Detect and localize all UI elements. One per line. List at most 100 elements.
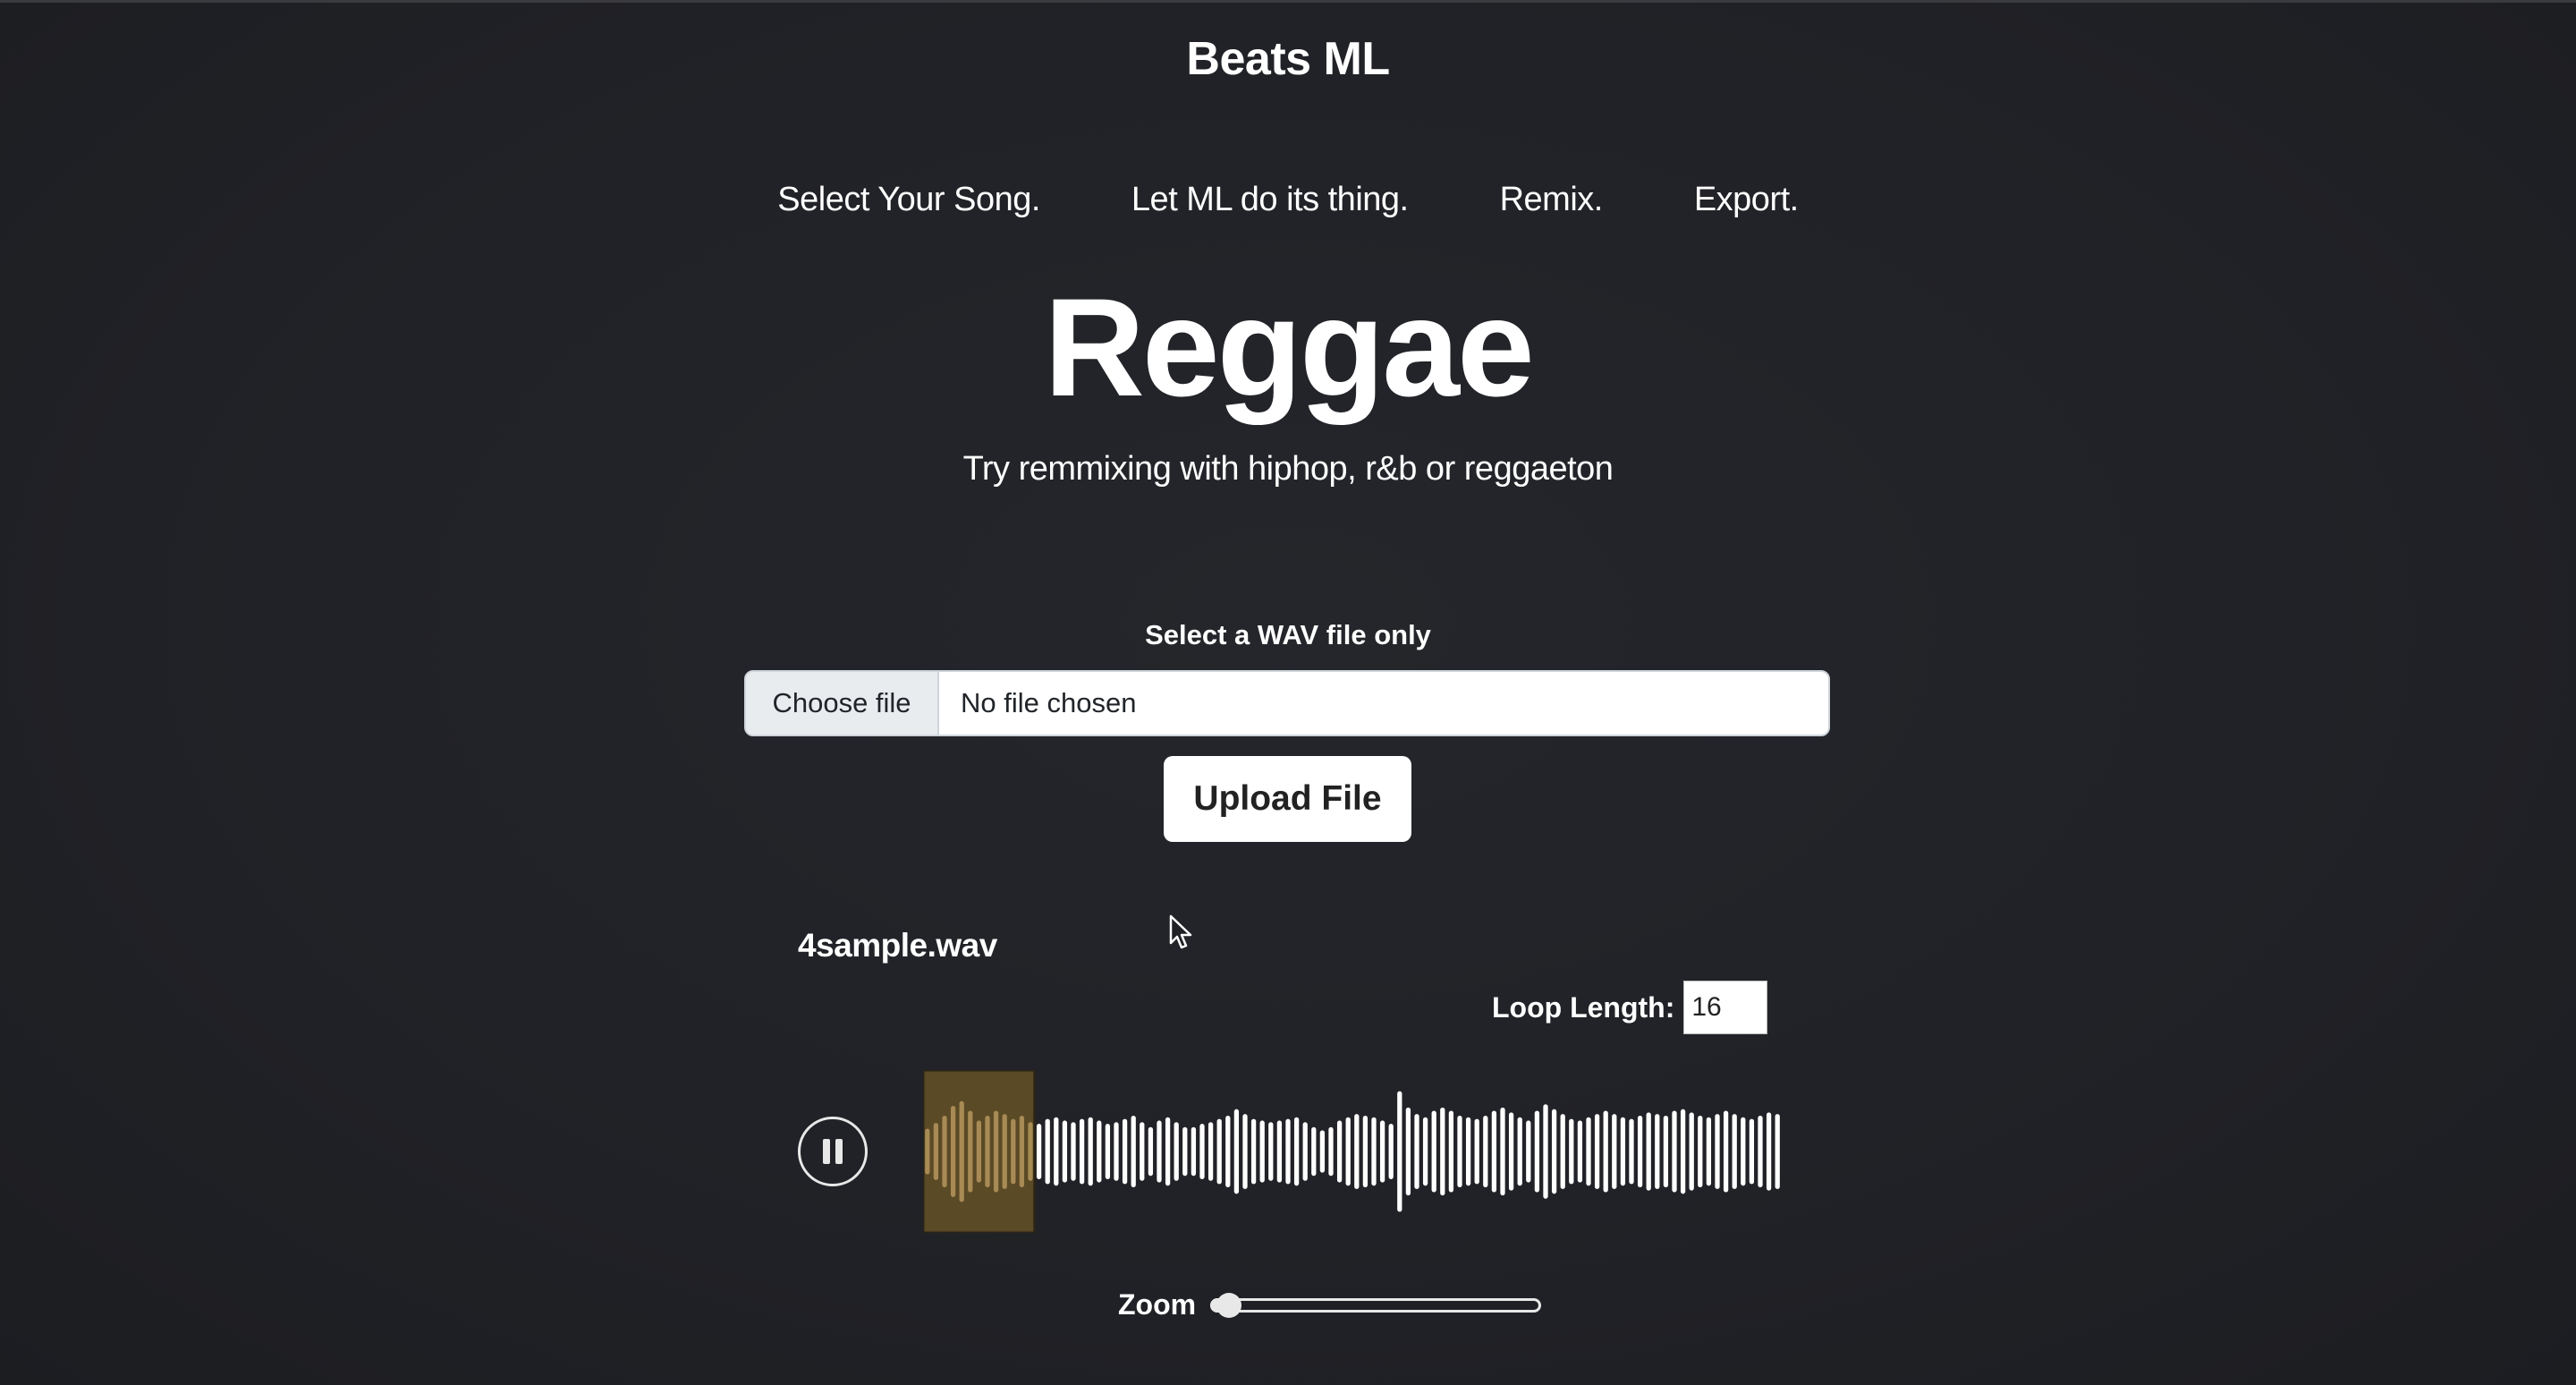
app-title: Beats ML (1186, 33, 1390, 85)
waveform-bar (1097, 1120, 1102, 1183)
waveform-bar (1586, 1117, 1591, 1186)
waveform-bar (1457, 1115, 1462, 1188)
waveform-bar (1311, 1126, 1317, 1177)
waveform-bar (1122, 1118, 1128, 1185)
loop-length-input[interactable]: 16 (1683, 981, 1768, 1034)
waveform-bar (1534, 1110, 1540, 1193)
mouse-cursor-icon (1169, 914, 1192, 949)
pause-button[interactable] (798, 1117, 868, 1186)
pause-icon (823, 1139, 843, 1164)
waveform-bar (1663, 1115, 1669, 1188)
waveform-bar (1612, 1114, 1617, 1189)
waveform-bar (1474, 1118, 1479, 1185)
waveform-bar (1319, 1130, 1326, 1173)
waveform-bar (1723, 1110, 1729, 1193)
waveform-bar (1414, 1114, 1419, 1189)
waveform-bar (1011, 1118, 1016, 1185)
waveform-bar (1002, 1114, 1007, 1189)
waveform-bar (1741, 1117, 1746, 1186)
waveform-bar (1603, 1110, 1608, 1193)
waveform-bar (1276, 1120, 1283, 1183)
sample-filename: 4sample.wav (798, 927, 997, 964)
choose-file-button[interactable]: Choose file (746, 672, 939, 735)
waveform-bar (959, 1100, 964, 1202)
waveform-bar (1242, 1114, 1248, 1189)
waveform-bar (1079, 1118, 1085, 1185)
waveform-bar (1732, 1114, 1737, 1189)
waveform-bar (1054, 1117, 1059, 1186)
file-status-text: No file chosen (961, 687, 1137, 718)
waveform-bar (1268, 1122, 1274, 1181)
waveform-bar (1646, 1112, 1651, 1191)
waveform-bar (1388, 1124, 1394, 1179)
waveform-bar (1766, 1112, 1772, 1191)
waveform-bar (1569, 1118, 1574, 1185)
waveform-bar (1182, 1126, 1188, 1177)
waveform-bar (1345, 1117, 1351, 1186)
waveform[interactable] (923, 1070, 1782, 1233)
waveform-bar (1131, 1115, 1136, 1188)
file-input-label: Select a WAV file only (1145, 619, 1431, 650)
genre-heading: Reggae (1044, 270, 1535, 426)
waveform-bar (1285, 1118, 1291, 1185)
waveform-bar (1526, 1120, 1531, 1183)
waveform-bar (933, 1123, 939, 1180)
waveform-bar (1088, 1117, 1093, 1186)
zoom-control: Zoom (1118, 1288, 1542, 1321)
waveform-bar (1405, 1107, 1411, 1196)
waveform-bar (1302, 1122, 1308, 1181)
waveform-bar (1028, 1122, 1033, 1181)
nav-step-export[interactable]: Export. (1694, 181, 1799, 219)
waveform-bar (1577, 1120, 1583, 1183)
waveform-bar (1354, 1114, 1360, 1189)
waveform-bar (1594, 1114, 1600, 1189)
waveform-bar (1165, 1117, 1171, 1186)
waveform-bar (1191, 1126, 1197, 1177)
waveform-bar (1629, 1118, 1634, 1185)
waveform-bar (1698, 1115, 1703, 1188)
waveform-bar (1036, 1124, 1042, 1179)
waveform-bar (1045, 1118, 1050, 1185)
waveform-bar (968, 1110, 973, 1193)
file-input[interactable]: Choose file No file chosen (744, 670, 1830, 736)
nav-step-ml[interactable]: Let ML do its thing. (1131, 181, 1409, 219)
nav-step-remix[interactable]: Remix. (1500, 181, 1604, 219)
step-nav: Select Your Song. Let ML do its thing. R… (0, 181, 2576, 219)
loop-length-control: Loop Length: 16 (1492, 981, 1768, 1034)
waveform-bar (1689, 1112, 1694, 1191)
waveform-bar (1551, 1109, 1557, 1194)
waveform-bar (1216, 1118, 1222, 1185)
upload-file-button[interactable]: Upload File (1164, 756, 1411, 842)
waveform-bar (1250, 1118, 1257, 1185)
waveform-bar (1431, 1110, 1436, 1193)
zoom-slider-track (1210, 1297, 1542, 1313)
waveform-bar (976, 1120, 982, 1183)
waveform-bar (1293, 1117, 1300, 1186)
waveform-bar (1715, 1114, 1720, 1189)
waveform-bar (925, 1128, 930, 1175)
waveform-bar (1448, 1110, 1454, 1193)
waveform-bar (1233, 1109, 1240, 1194)
waveform-bar (1465, 1117, 1471, 1186)
loop-length-label: Loop Length: (1492, 990, 1675, 1024)
waveform-bar (1543, 1104, 1548, 1199)
waveform-bar (1749, 1118, 1755, 1185)
waveform-bar (1140, 1122, 1145, 1181)
zoom-slider[interactable] (1210, 1292, 1542, 1318)
waveform-bar (1500, 1107, 1505, 1196)
waveform-bar (1105, 1124, 1111, 1179)
waveform-bar (942, 1115, 947, 1188)
zoom-label: Zoom (1118, 1288, 1197, 1321)
zoom-slider-thumb[interactable] (1216, 1292, 1241, 1318)
waveform-bar (1336, 1120, 1343, 1183)
waveform-bar (1071, 1122, 1076, 1181)
waveform-bar (1225, 1115, 1231, 1188)
waveform-bar (1672, 1110, 1677, 1193)
waveform-bar (1019, 1115, 1025, 1188)
waveform-bar (1379, 1120, 1385, 1183)
waveform-bar (1371, 1117, 1377, 1186)
waveform-bar (1775, 1114, 1780, 1189)
waveform-bar (1758, 1115, 1763, 1188)
nav-step-select-song[interactable]: Select Your Song. (777, 181, 1040, 219)
waveform-bar (1440, 1107, 1445, 1196)
